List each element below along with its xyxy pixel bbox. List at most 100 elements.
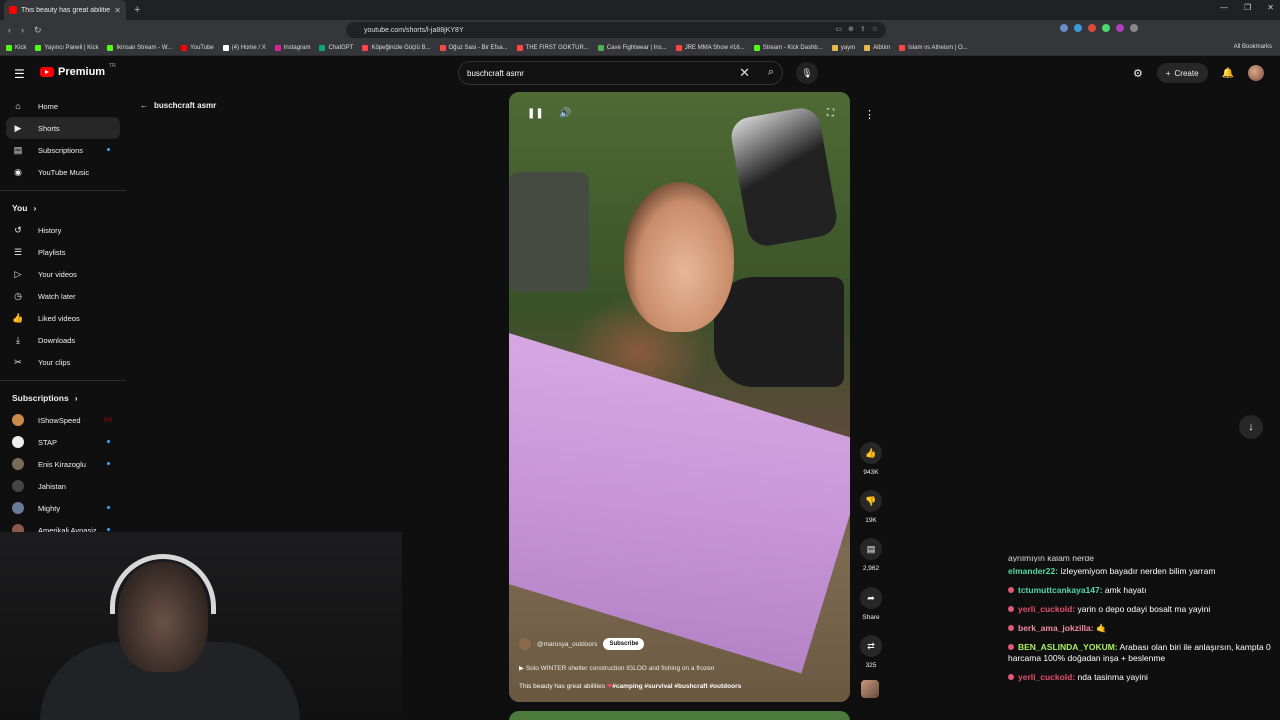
webcam-overlay: [0, 532, 402, 720]
notifications-bell-icon[interactable]: 🔔: [1222, 68, 1234, 79]
bookmark-item[interactable]: Köpeğinizle Güçlü B...: [362, 44, 431, 51]
bookmark-item[interactable]: yayın: [831, 44, 855, 51]
channel-name[interactable]: @marusya_outdoors: [537, 641, 597, 648]
remix-action[interactable]: ⇄ 325: [858, 635, 884, 669]
browser-tab[interactable]: This beauty has great abilitie ✕: [4, 0, 126, 20]
share-page-icon[interactable]: ⇪: [860, 25, 866, 33]
forward-icon[interactable]: ›: [21, 25, 24, 35]
clear-search-icon[interactable]: ✕: [739, 65, 750, 81]
browser-toolbar: ‹ › ↻ youtube.com/shorts/l-ja88jKY8Y ▭ ⊕…: [0, 20, 1280, 40]
search-input[interactable]: buschcraft asmr ✕ ⌕: [458, 61, 783, 85]
address-bar[interactable]: youtube.com/shorts/l-ja88jKY8Y ▭ ⊕ ⇪ ☆: [346, 22, 886, 38]
bookmark-item[interactable]: Cave Fightwear | Ins...: [597, 44, 667, 51]
bookmark-item[interactable]: Stream - Kick Dashb...: [753, 44, 823, 51]
sidebar-item[interactable]: ▤ Subscriptions: [0, 139, 126, 161]
you-label: You: [12, 203, 28, 213]
comments-icon[interactable]: ▤: [860, 538, 882, 560]
bookmark-item[interactable]: Kick: [6, 44, 26, 51]
bookmark-item[interactable]: JRE MMA Show #16...: [675, 44, 745, 51]
extension-icon[interactable]: [1074, 24, 1082, 32]
back-icon[interactable]: ‹: [8, 25, 11, 35]
youtube-logo[interactable]: Premium TR: [40, 63, 116, 78]
new-tab-icon[interactable]: +: [134, 4, 140, 16]
extension-icon[interactable]: [1102, 24, 1110, 32]
install-icon[interactable]: ▭: [835, 25, 842, 33]
pause-icon[interactable]: ❚❚: [527, 108, 544, 119]
extension-icon[interactable]: [1130, 24, 1138, 32]
bookmark-item[interactable]: Instagram: [274, 44, 310, 51]
short-video-player[interactable]: ❚❚ 🔊 ⛶ @marusya_outdoors Subscribe ▶ Sol…: [509, 92, 850, 702]
sidebar-item[interactable]: ✂ Your clips: [0, 351, 126, 373]
bookmark-item[interactable]: YouTube: [181, 44, 214, 51]
sound-thumbnail[interactable]: [861, 680, 879, 698]
shorts-icon: ▶: [14, 122, 22, 133]
menu-icon[interactable]: ☰: [14, 67, 25, 81]
next-short-arrow-icon[interactable]: ↓: [1239, 415, 1263, 439]
sidebar-item[interactable]: ⤓ Downloads: [0, 329, 126, 351]
reload-icon[interactable]: ↻: [34, 25, 42, 36]
like-count: 943K: [863, 469, 879, 476]
close-window-icon[interactable]: ✕: [1267, 3, 1274, 12]
bookmark-label: Albüm: [873, 44, 891, 51]
voice-search-icon[interactable]: 🎙: [796, 62, 818, 84]
shorts-back-link[interactable]: ← buschcraft asmr: [140, 101, 216, 110]
channel-name: IShowSpeed: [38, 415, 81, 425]
like-icon[interactable]: 👍: [860, 442, 882, 464]
sidebar-item[interactable]: ⌂ Home: [0, 95, 126, 117]
channel-avatar[interactable]: [519, 638, 531, 650]
bookmark-item[interactable]: (4) Home / X: [222, 44, 266, 51]
comments-action[interactable]: ▤ 2,962: [858, 538, 884, 572]
bookmark-item[interactable]: Yayıncı Paneli | Kick: [35, 44, 98, 51]
sidebar-item[interactable]: ↺ History: [0, 219, 126, 241]
new-content-dot: [107, 440, 110, 443]
volume-icon[interactable]: 🔊: [559, 108, 571, 119]
subscribe-button[interactable]: Subscribe: [603, 638, 645, 650]
close-tab-icon[interactable]: ✕: [114, 6, 121, 15]
fullscreen-icon[interactable]: ⛶: [827, 108, 834, 119]
sidebar-subscription[interactable]: Enis Kirazoglu: [0, 453, 126, 475]
bookmark-item[interactable]: Oğuz Sasi - Bir Efsa...: [439, 44, 508, 51]
sidebar-item[interactable]: 👍 Liked videos: [0, 307, 126, 329]
sidebar-item[interactable]: ◉ YouTube Music: [0, 161, 126, 183]
sidebar-item[interactable]: ◷ Watch later: [0, 285, 126, 307]
create-button[interactable]: + Create: [1156, 63, 1208, 83]
dislike-action[interactable]: 👎 19K: [858, 490, 884, 524]
sidebar-item-label: History: [38, 225, 62, 235]
bookmark-item[interactable]: THE FIRST GOKTUR...: [516, 44, 589, 51]
sidebar-item[interactable]: ☰ Playlists: [0, 241, 126, 263]
sidebar-subscription[interactable]: IShowSpeed ((•)): [0, 409, 126, 431]
share-action[interactable]: ➦ Share: [858, 587, 884, 621]
search-icon[interactable]: ⌕: [768, 66, 774, 79]
subscriptions-section-header[interactable]: Subscriptions ›: [0, 387, 126, 409]
extension-icon[interactable]: [1060, 24, 1068, 32]
sidebar-subscription[interactable]: Jahistan: [0, 475, 126, 497]
sidebar-subscription[interactable]: Mighty: [0, 497, 126, 519]
all-bookmarks-folder[interactable]: All Bookmarks: [1234, 44, 1272, 50]
sidebar-item[interactable]: ▶ Shorts: [6, 117, 120, 139]
zoom-icon[interactable]: ⊕: [848, 25, 854, 33]
extension-icon[interactable]: [1088, 24, 1096, 32]
sidebar-item[interactable]: ▷ Your videos: [0, 263, 126, 285]
video-title[interactable]: This beauty has great abilities ❤#campin…: [519, 682, 840, 690]
bookmark-item[interactable]: Ikinsan Stream - W...: [107, 44, 172, 51]
remix-icon[interactable]: ⇄: [860, 635, 882, 657]
extension-icon[interactable]: [1116, 24, 1124, 32]
bookmark-item[interactable]: ChatGPT: [319, 44, 353, 51]
like-action[interactable]: 👍 943K: [858, 442, 884, 476]
bookmark-star-icon[interactable]: ☆: [872, 25, 878, 33]
stream-chat-overlay: ayrılmıyın kalam nerde elmander22: izley…: [1004, 556, 1280, 720]
restore-icon[interactable]: ❐: [1244, 3, 1251, 12]
next-short-preview[interactable]: [509, 711, 850, 720]
you-section-header[interactable]: You ›: [0, 197, 126, 219]
share-icon[interactable]: ➦: [860, 587, 882, 609]
dislike-icon[interactable]: 👎: [860, 490, 882, 512]
account-avatar[interactable]: [1248, 65, 1264, 81]
bookmark-item[interactable]: Albüm: [864, 44, 891, 51]
minimize-icon[interactable]: —: [1220, 3, 1228, 12]
settings-gear-icon[interactable]: ⚙: [1133, 67, 1143, 80]
related-video-link[interactable]: ▶ Solo WINTER shelter construction IGLOO…: [519, 664, 840, 672]
more-options-icon[interactable]: ⋮: [864, 108, 875, 121]
video-hashtags[interactable]: #camping #survival #bushcraft #outdoors: [612, 683, 741, 690]
sidebar-subscription[interactable]: STAP: [0, 431, 126, 453]
bookmark-item[interactable]: Islam vs Atheism | O...: [899, 44, 968, 51]
